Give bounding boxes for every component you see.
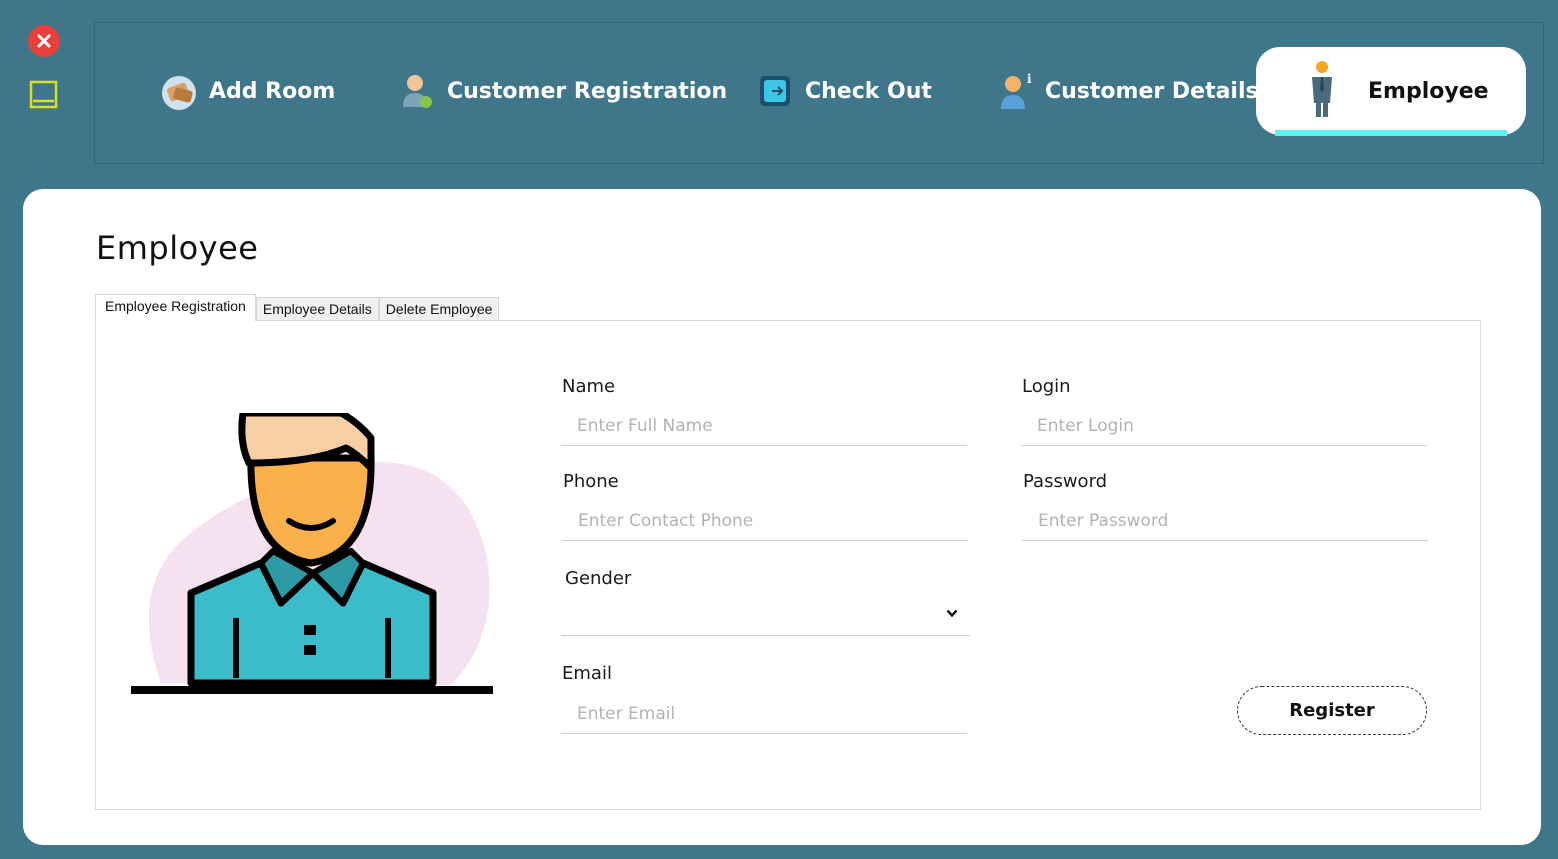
tab-delete-employee[interactable]: Delete Employee — [378, 297, 500, 321]
nav-add-room-label: Add Room — [209, 78, 336, 104]
tab-employee-registration[interactable]: Employee Registration — [95, 294, 256, 321]
name-label: Name — [562, 376, 616, 397]
customer-details-icon: i — [993, 69, 1037, 113]
svg-text:i: i — [1027, 72, 1032, 86]
minimize-button[interactable] — [29, 80, 58, 109]
close-button[interactable] — [28, 25, 60, 57]
page-title: Employee — [96, 229, 259, 267]
nav-customer-details-label: Customer Details — [1045, 78, 1259, 104]
check-out-icon — [753, 69, 797, 113]
customer-registration-icon — [395, 69, 439, 113]
tab-strip: Employee Registration Employee Details D… — [95, 294, 500, 321]
login-input[interactable] — [1021, 406, 1427, 446]
minimize-icon — [29, 80, 58, 109]
close-icon — [37, 34, 51, 48]
gender-label: Gender — [565, 568, 632, 589]
phone-input[interactable] — [562, 501, 968, 541]
tab-employee-details[interactable]: Employee Details — [255, 297, 379, 321]
nav-check-out[interactable]: Check Out — [753, 47, 932, 135]
name-input[interactable] — [561, 406, 967, 446]
gender-select[interactable] — [561, 596, 970, 636]
employee-icon — [1300, 61, 1344, 117]
password-input[interactable] — [1022, 501, 1428, 541]
employee-avatar-illustration — [131, 413, 493, 694]
nav-add-room[interactable]: Add Room — [157, 47, 335, 135]
nav-employee-label: Employee — [1368, 78, 1489, 104]
active-tab-indicator — [1275, 130, 1507, 136]
nav-customer-registration-label: Customer Registration — [447, 78, 728, 104]
main-panel: Employee Employee Registration Employee … — [23, 189, 1541, 845]
add-room-icon — [157, 69, 201, 113]
phone-label: Phone — [563, 471, 619, 492]
chevron-down-icon — [946, 609, 958, 618]
registration-panel: Name Phone Gender Email Login Password R… — [95, 320, 1481, 810]
nav-check-out-label: Check Out — [805, 78, 932, 104]
nav-employee[interactable]: Employee — [1256, 47, 1526, 135]
nav-customer-registration[interactable]: Customer Registration — [395, 47, 727, 135]
login-label: Login — [1022, 376, 1071, 397]
password-label: Password — [1023, 471, 1108, 492]
register-button[interactable]: Register — [1237, 686, 1427, 735]
email-label: Email — [562, 663, 612, 684]
email-input[interactable] — [561, 694, 967, 734]
nav-customer-details[interactable]: i Customer Details — [993, 47, 1259, 135]
